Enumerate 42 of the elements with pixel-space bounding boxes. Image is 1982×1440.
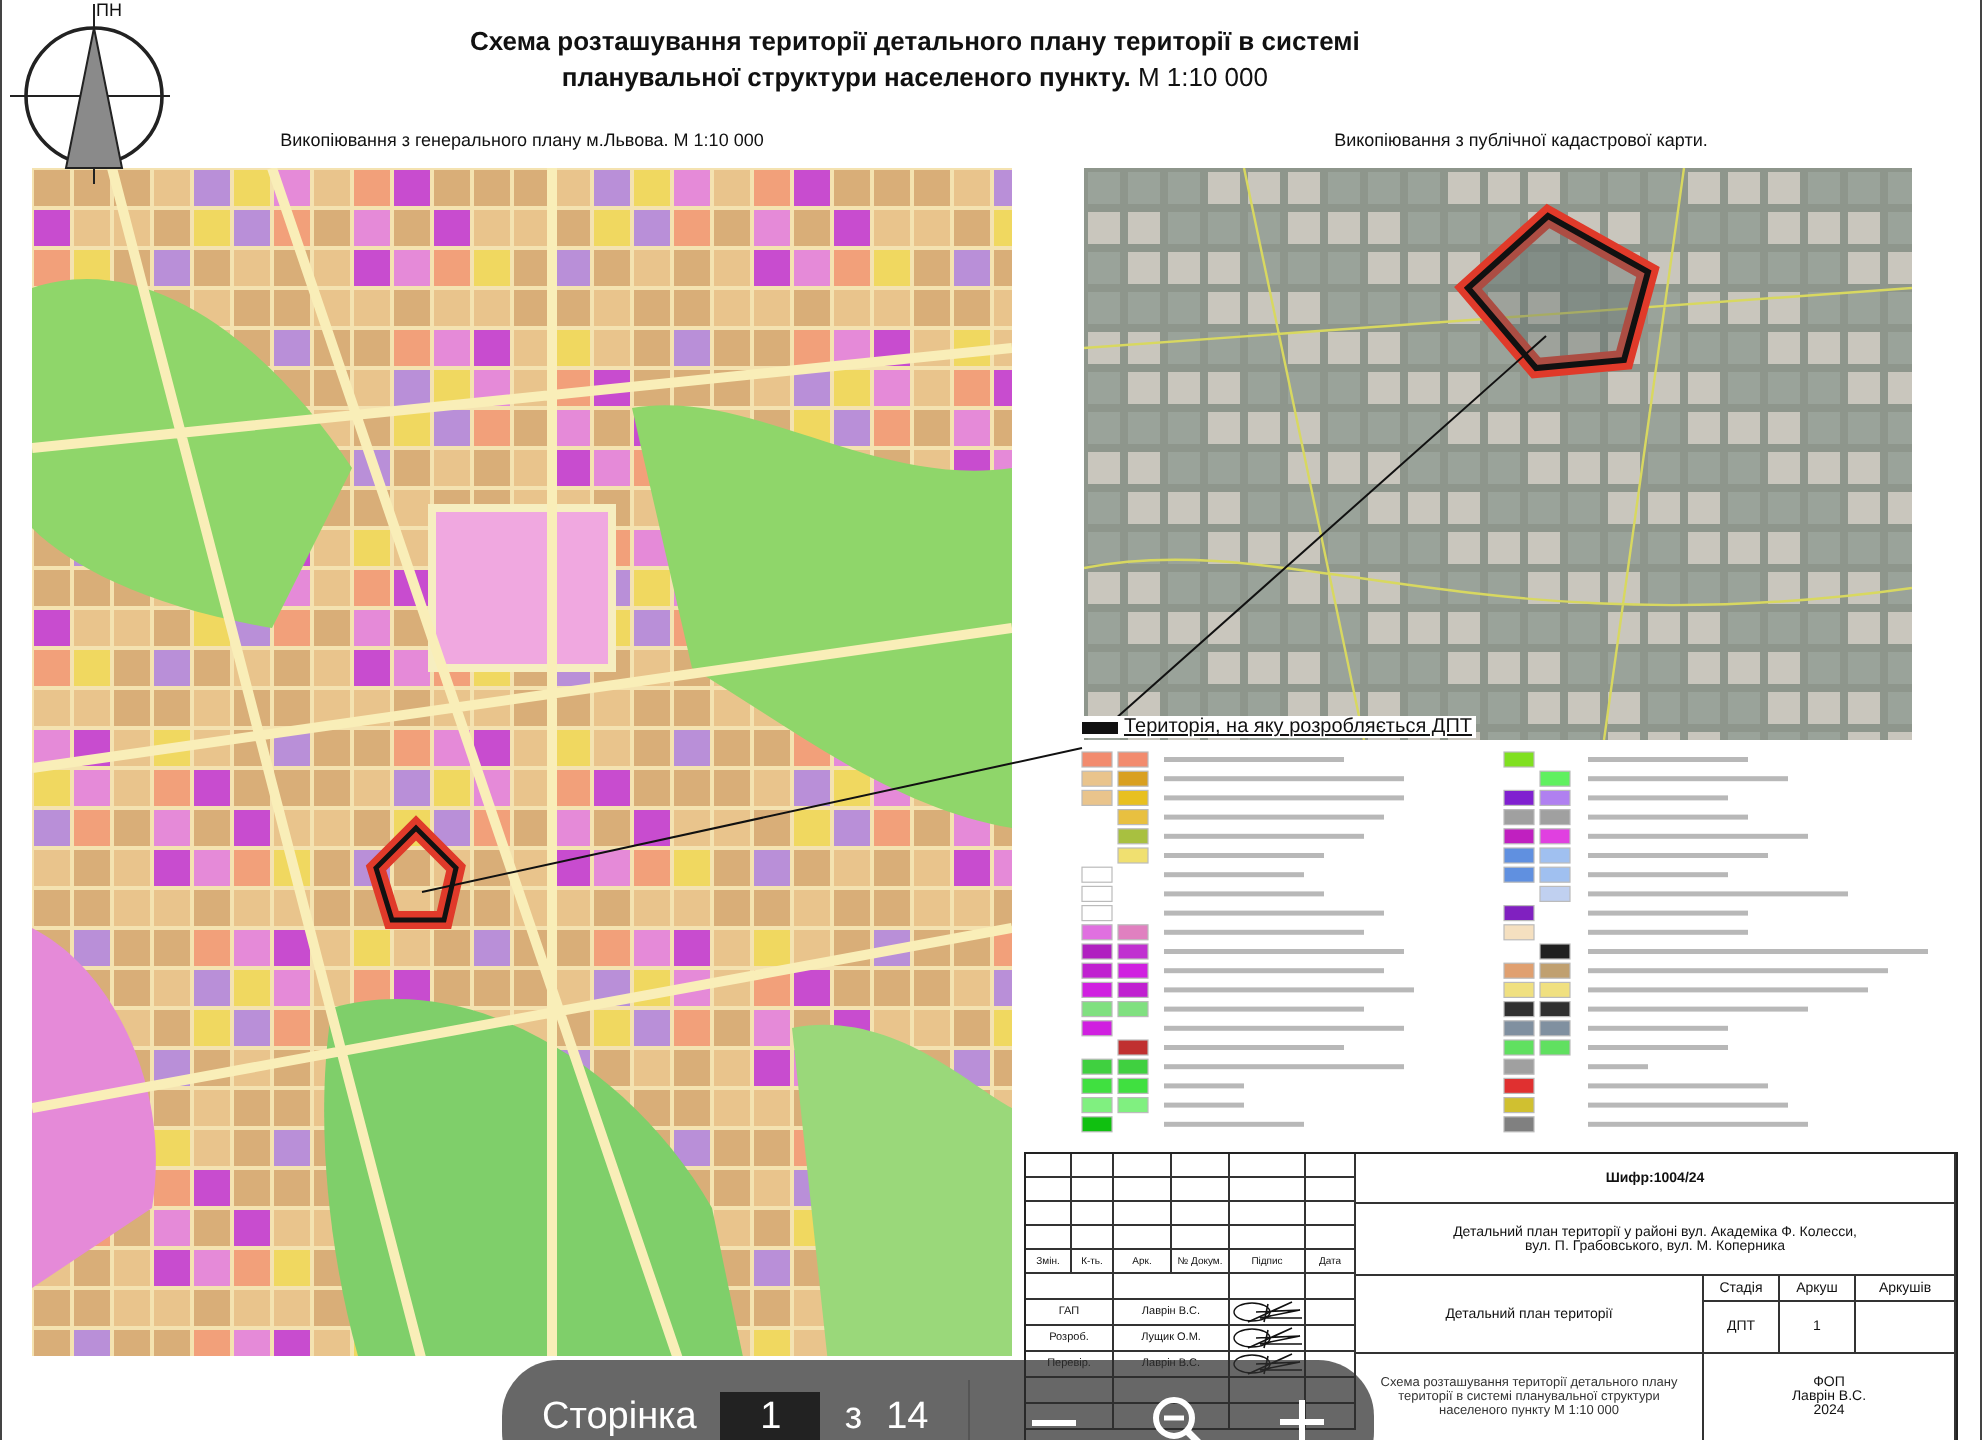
table-cell <box>1114 1202 1172 1226</box>
sheet-title: Схема розташування території детального плану території в системі <box>470 24 1360 60</box>
table-cell <box>1072 1154 1114 1178</box>
table-cell <box>1026 1178 1072 1202</box>
table-cell <box>1026 1154 1072 1178</box>
table-cell <box>1230 1226 1306 1250</box>
page-number-field[interactable]: 1 <box>720 1392 821 1440</box>
table-cell <box>1172 1178 1230 1202</box>
table-cell <box>1026 1274 1114 1300</box>
legend-swatch-icon <box>1082 721 1118 733</box>
page-label: Сторінка <box>542 1394 697 1440</box>
table-cell <box>1072 1178 1114 1202</box>
table-cell <box>1306 1154 1356 1178</box>
table-cell <box>1114 1226 1172 1250</box>
sheet-title: планувальної структури населеного пункту. М 1:10 000 <box>561 60 1268 96</box>
table-cell <box>1114 1154 1172 1178</box>
table-cell <box>1856 1302 1956 1354</box>
table-cell <box>1230 1202 1306 1226</box>
callout-label: Територія, на яку розробляється ДПТ <box>1124 716 1472 738</box>
table-cell <box>1172 1226 1230 1250</box>
map-caption: Викопіювання з генерального плану м.Львова. М 1:10 000 <box>278 128 766 154</box>
table-cell <box>1230 1154 1306 1178</box>
table-cell <box>1306 1202 1356 1226</box>
table-cell <box>1114 1274 1230 1300</box>
table-cell <box>1230 1178 1306 1202</box>
table-cell <box>1306 1226 1356 1250</box>
plus-icon <box>1280 1400 1325 1440</box>
table-cell <box>1026 1202 1072 1226</box>
table-cell <box>1072 1202 1114 1226</box>
minus-icon <box>1032 1419 1077 1425</box>
page-total: 14 <box>886 1394 929 1440</box>
north-arrow-icon <box>10 0 170 184</box>
north-label: ПН <box>96 0 122 20</box>
table-cell <box>1306 1274 1356 1300</box>
table-cell <box>1072 1226 1114 1250</box>
table-cell <box>1172 1154 1230 1178</box>
table-cell <box>1172 1202 1230 1226</box>
map-caption: Викопіювання з публічної кадастрової карти. <box>1332 128 1710 154</box>
table-cell <box>1026 1226 1072 1250</box>
table-cell <box>1114 1178 1172 1202</box>
table-cell <box>1306 1178 1356 1202</box>
page-of-label: з <box>844 1394 863 1440</box>
